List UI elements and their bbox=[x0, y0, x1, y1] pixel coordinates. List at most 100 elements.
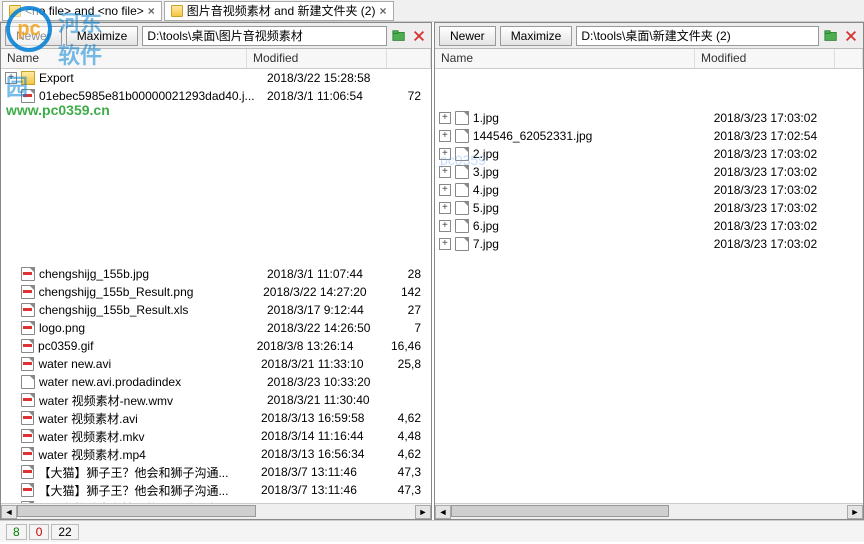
file-icon bbox=[21, 447, 35, 461]
col-size[interactable] bbox=[835, 49, 863, 68]
tab-label: <no file> and <no file> bbox=[25, 4, 144, 18]
scroll-track[interactable] bbox=[451, 505, 847, 519]
col-size[interactable] bbox=[387, 49, 431, 68]
list-item[interactable]: water 视频素材.avi2018/3/13 16:59:584,62 bbox=[1, 409, 431, 427]
expand-icon[interactable]: + bbox=[439, 184, 451, 196]
file-modified: 2018/3/22 15:28:58 bbox=[267, 71, 407, 85]
scroll-right-icon[interactable]: ► bbox=[847, 505, 863, 519]
col-name[interactable]: Name bbox=[435, 49, 695, 68]
expand-spacer bbox=[5, 322, 17, 334]
expand-icon[interactable]: + bbox=[439, 112, 451, 124]
file-icon bbox=[455, 129, 469, 143]
list-item[interactable]: +7.jpg2018/3/23 17:03:02 bbox=[435, 235, 863, 253]
scroll-left-icon[interactable]: ◄ bbox=[1, 505, 17, 519]
list-item[interactable]: +5.jpg2018/3/23 17:03:02 bbox=[435, 199, 863, 217]
file-name: logo.png bbox=[39, 321, 267, 335]
file-modified: 2018/3/14 11:16:44 bbox=[261, 429, 398, 443]
file-modified: 2018/3/23 17:03:02 bbox=[714, 165, 853, 179]
path-input[interactable]: D:\tools\桌面\新建文件夹 (2) bbox=[576, 26, 819, 46]
file-modified: 2018/3/23 17:03:02 bbox=[714, 219, 853, 233]
list-item[interactable]: water new.avi2018/3/21 11:33:1025,8 bbox=[1, 355, 431, 373]
file-icon bbox=[21, 267, 35, 281]
list-item[interactable]: +3.jpg2018/3/23 17:03:02 bbox=[435, 163, 863, 181]
list-item[interactable]: +1.jpg2018/3/23 17:03:02 bbox=[435, 109, 863, 127]
col-modified[interactable]: Modified bbox=[247, 49, 387, 68]
list-item[interactable]: +144546_62052331.jpg2018/3/23 17:02:54 bbox=[435, 127, 863, 145]
list-item[interactable]: water 视频素材-new.wmv2018/3/21 11:30:40 bbox=[1, 391, 431, 409]
list-item[interactable]: logo.png2018/3/22 14:26:507 bbox=[1, 319, 431, 337]
delete-icon[interactable] bbox=[843, 28, 859, 44]
file-size: 4,48 bbox=[398, 429, 427, 443]
expand-spacer bbox=[5, 394, 17, 406]
expand-icon[interactable]: + bbox=[439, 148, 451, 160]
list-item[interactable]: water new.avi.prodadindex2018/3/23 10:33… bbox=[1, 373, 431, 391]
folder-open-icon[interactable] bbox=[391, 28, 407, 44]
expand-spacer bbox=[5, 340, 17, 352]
scroll-track[interactable] bbox=[17, 505, 415, 519]
file-name: Export bbox=[39, 71, 267, 85]
path-input[interactable]: D:\tools\桌面\图片音视频素材 bbox=[142, 26, 387, 46]
expand-icon[interactable]: + bbox=[439, 202, 451, 214]
expand-icon[interactable]: + bbox=[439, 130, 451, 142]
maximize-button[interactable]: Maximize bbox=[500, 26, 573, 46]
expand-icon[interactable]: + bbox=[439, 238, 451, 250]
list-item[interactable]: + Export2018/3/22 15:28:58 bbox=[1, 69, 431, 87]
file-modified: 2018/3/21 11:30:40 bbox=[267, 393, 407, 407]
list-item[interactable]: water 视频素材.mkv2018/3/14 11:16:444,48 bbox=[1, 427, 431, 445]
file-icon bbox=[21, 357, 35, 371]
file-icon bbox=[455, 183, 469, 197]
file-size: 142 bbox=[401, 285, 427, 299]
file-name: water 视频素材.mkv bbox=[38, 428, 261, 445]
tab-label: 图片音视频素材 and 新建文件夹 (2) bbox=[187, 2, 376, 19]
file-name: 7.jpg bbox=[473, 237, 714, 251]
expand-spacer bbox=[5, 304, 17, 316]
file-icon bbox=[21, 375, 35, 389]
right-filelist[interactable]: +1.jpg2018/3/23 17:03:02+144546_62052331… bbox=[435, 69, 863, 503]
file-name: 6.jpg bbox=[473, 219, 714, 233]
list-item[interactable]: 【大猫】狮子王？他会和狮子沟通...2018/3/7 13:11:4647,3 bbox=[1, 481, 431, 499]
list-item[interactable]: chengshijg_155b.jpg2018/3/1 11:07:4428 bbox=[1, 265, 431, 283]
list-item[interactable]: 【大猫】狮子王？他会和狮子沟通...2018/3/7 13:11:4647,3 bbox=[1, 463, 431, 481]
file-size: 4,62 bbox=[398, 447, 427, 461]
scroll-right-icon[interactable]: ► bbox=[415, 505, 431, 519]
file-name: water 视频素材-new.wmv bbox=[39, 392, 267, 409]
file-icon bbox=[455, 237, 469, 251]
scroll-thumb[interactable] bbox=[451, 505, 669, 517]
list-item[interactable]: +4.jpg2018/3/23 17:03:02 bbox=[435, 181, 863, 199]
close-icon[interactable]: × bbox=[379, 4, 386, 18]
tab-1[interactable]: 图片音视频素材 and 新建文件夹 (2) × bbox=[164, 1, 394, 21]
file-modified: 2018/3/13 16:59:58 bbox=[261, 411, 398, 425]
list-item[interactable]: chengshijg_155b_Result.xls2018/3/17 9:12… bbox=[1, 301, 431, 319]
list-item[interactable]: 01ebec5985e81b00000021293dad40.j...2018/… bbox=[1, 87, 431, 105]
list-item[interactable]: +2.jpg2018/3/23 17:03:02 bbox=[435, 145, 863, 163]
tab-0[interactable]: <no file> and <no file> × bbox=[2, 1, 162, 21]
status-seg-a: 8 bbox=[6, 524, 27, 540]
close-icon[interactable]: × bbox=[148, 4, 155, 18]
expand-icon[interactable]: + bbox=[439, 220, 451, 232]
col-name[interactable]: Name bbox=[1, 49, 247, 68]
expand-icon[interactable]: + bbox=[5, 72, 17, 84]
list-item[interactable]: chengshijg_155b_Result.png2018/3/22 14:2… bbox=[1, 283, 431, 301]
left-filelist[interactable]: + Export2018/3/22 15:28:58 01ebec5985e81b0… bbox=[1, 69, 431, 503]
col-modified[interactable]: Modified bbox=[695, 49, 835, 68]
status-seg-c: 22 bbox=[51, 524, 78, 540]
expand-icon[interactable]: + bbox=[439, 166, 451, 178]
list-item[interactable]: water 视频素材.mp42018/3/13 16:56:344,62 bbox=[1, 445, 431, 463]
list-item[interactable]: pc0359.gif2018/3/8 13:26:1416,46 bbox=[1, 337, 431, 355]
newer-button[interactable]: Newer bbox=[5, 26, 62, 46]
file-size: 7 bbox=[407, 321, 427, 335]
newer-button[interactable]: Newer bbox=[439, 26, 496, 46]
folder-open-icon[interactable] bbox=[823, 28, 839, 44]
file-name: chengshijg_155b.jpg bbox=[39, 267, 267, 281]
delete-icon[interactable] bbox=[411, 28, 427, 44]
scroll-left-icon[interactable]: ◄ bbox=[435, 505, 451, 519]
file-size: 28 bbox=[407, 267, 427, 281]
maximize-button[interactable]: Maximize bbox=[66, 26, 139, 46]
file-modified: 2018/3/23 17:03:02 bbox=[714, 147, 853, 161]
expand-spacer bbox=[5, 430, 17, 442]
list-item[interactable]: +6.jpg2018/3/23 17:03:02 bbox=[435, 217, 863, 235]
right-scrollbar[interactable]: ◄ ► bbox=[435, 503, 863, 519]
scroll-thumb[interactable] bbox=[17, 505, 256, 517]
file-icon bbox=[21, 321, 35, 335]
left-scrollbar[interactable]: ◄ ► bbox=[1, 503, 431, 519]
